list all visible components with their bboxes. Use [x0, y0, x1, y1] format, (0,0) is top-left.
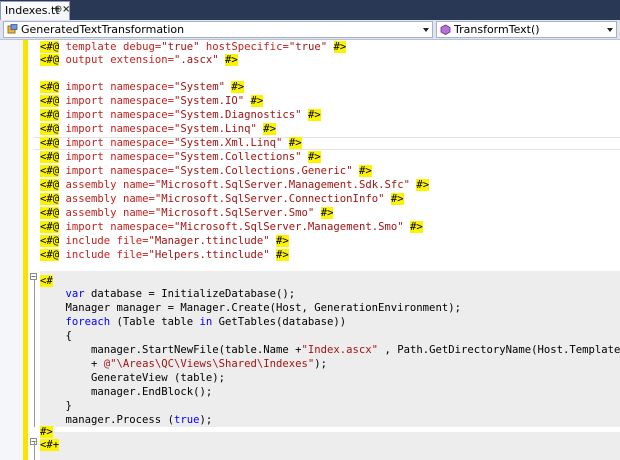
code-line-block-close: #>	[40, 426, 53, 438]
code-line-directive: <#@ import namespace="System.Xml.Linq" #…	[40, 137, 302, 149]
code-line-directive: <#@ import namespace="System.IO" #>	[40, 95, 264, 107]
code-line-directive: <#@ import namespace="System.Collections…	[40, 151, 321, 163]
close-icon[interactable]: ×	[62, 4, 70, 15]
chevron-down-icon[interactable]	[423, 28, 429, 32]
type-dropdown-value: GeneratedTextTransformation	[21, 23, 185, 36]
code-line-directive: <#@ template debug="true" hostSpecific="…	[40, 41, 347, 53]
code-line: }	[65, 400, 72, 412]
document-tab-title: Indexes.tt	[5, 4, 60, 17]
code-line: manager.Process (true);	[65, 414, 213, 426]
code-line-directive: <#@ include file="Helpers.ttinclude" #>	[40, 249, 289, 261]
chevron-down-icon[interactable]	[607, 28, 613, 32]
code-line: foreach (Table table in GetTables(databa…	[65, 316, 347, 328]
code-line: + @"\Areas\QC\Views\Shared\Indexes");	[91, 358, 328, 370]
code-editor[interactable]: − − <#@ template debug="true" hostSpecif…	[0, 40, 620, 460]
code-line-directive: <#@ assembly name="Microsoft.SqlServer.M…	[40, 179, 430, 191]
code-line: {	[65, 330, 72, 342]
class-feature-block-background	[40, 432, 620, 460]
code-line-directive: <#@ import namespace="System.Collections…	[40, 165, 372, 177]
outline-guide	[34, 277, 35, 427]
method-icon	[440, 24, 451, 35]
code-line-directive: <#@ assembly name="Microsoft.SqlServer.S…	[40, 207, 334, 219]
code-line: manager.EndBlock();	[91, 386, 213, 398]
code-line: GenerateView (table);	[91, 372, 225, 384]
outline-guide	[34, 442, 35, 460]
document-tab-strip: Indexes.tt ⊕ ×	[0, 0, 620, 20]
member-dropdown-value: TransformText()	[454, 23, 540, 36]
indicator-margin	[0, 40, 22, 460]
type-dropdown[interactable]: GeneratedTextTransformation	[3, 21, 433, 38]
code-line: Manager manager = Manager.Create(Host, G…	[65, 302, 461, 314]
class-icon	[7, 24, 18, 34]
code-line-directive: <#@ output extension=".ascx" #>	[40, 54, 238, 66]
code-line-directive: <#@ import namespace="System" #>	[40, 81, 245, 93]
code-line-directive: <#@ import namespace="System.Linq" #>	[40, 123, 277, 135]
code-line: var database = InitializeDatabase();	[65, 288, 296, 300]
code-line-block-open: <#	[40, 275, 53, 287]
code-line-directive: <#@ include file="Manager.ttinclude" #>	[40, 235, 289, 247]
collapse-toggle-icon[interactable]: −	[30, 273, 37, 281]
code-line-directive: <#@ import namespace="System.Diagnostics…	[40, 109, 321, 121]
code-line-feature-open: <#+	[40, 439, 60, 451]
member-dropdown[interactable]: TransformText()	[436, 21, 617, 38]
code-line-directive: <#@ import namespace="Microsoft.SqlServe…	[40, 221, 423, 233]
code-line: manager.StartNewFile(table.Name +"Index.…	[91, 344, 620, 356]
document-tab-indexes[interactable]: Indexes.tt ⊕ ×	[0, 1, 70, 20]
code-line-directive: <#@ assembly name="Microsoft.SqlServer.C…	[40, 193, 404, 205]
change-tracking-bar	[23, 40, 28, 460]
navigation-bar: GeneratedTextTransformation TransformTex…	[0, 20, 620, 40]
